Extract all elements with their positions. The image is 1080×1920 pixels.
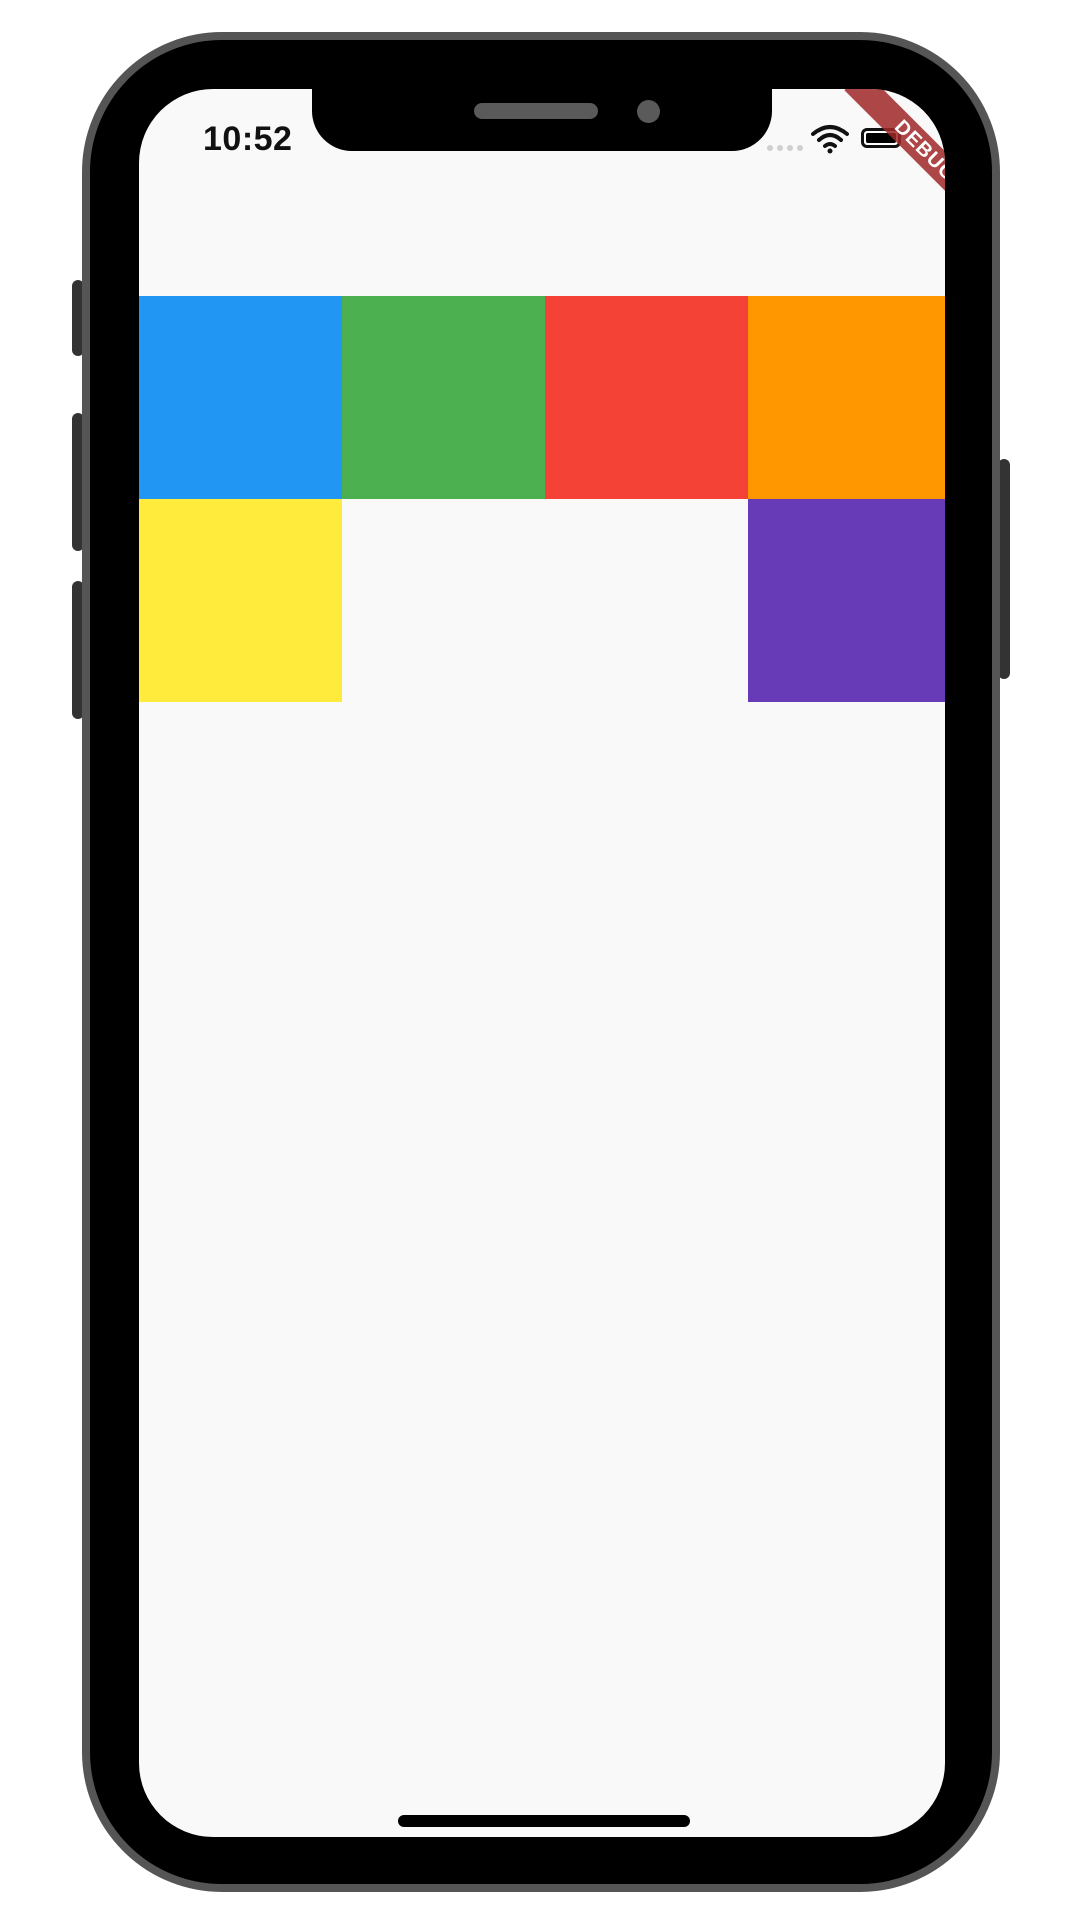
red-tile[interactable] — [545, 296, 748, 499]
front-camera — [637, 100, 660, 123]
speaker-grille — [474, 103, 598, 119]
yellow-tile[interactable] — [139, 499, 342, 702]
home-indicator[interactable] — [398, 1815, 690, 1827]
signal-dots-icon — [767, 145, 803, 151]
orange-tile[interactable] — [748, 296, 945, 499]
app-screen — [139, 89, 945, 1837]
purple-tile[interactable] — [748, 499, 945, 702]
green-tile[interactable] — [342, 296, 545, 499]
notch — [312, 89, 772, 151]
blue-tile[interactable] — [139, 296, 342, 499]
status-time: 10:52 — [203, 120, 293, 158]
